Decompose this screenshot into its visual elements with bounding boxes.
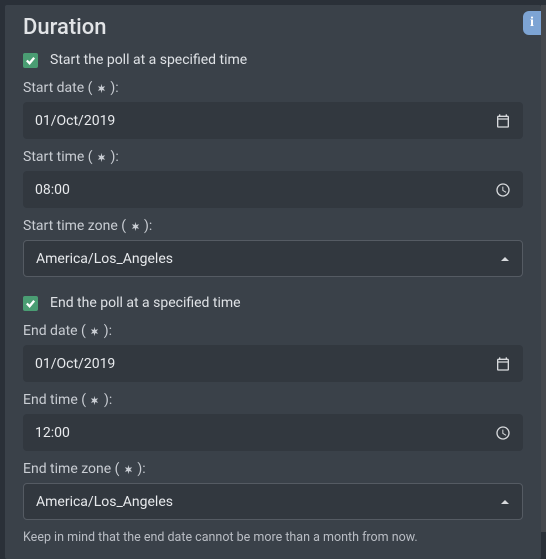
clock-icon (495, 425, 511, 441)
caret-up-icon (500, 249, 510, 268)
start-time-value: 08:00 (35, 182, 70, 198)
start-checkbox-label: Start the poll at a specified time (50, 52, 247, 68)
info-icon: i (530, 15, 534, 31)
start-specified-time-checkbox[interactable] (23, 53, 38, 68)
start-time-label: Start time ( ): (23, 149, 523, 165)
end-time-value: 12:00 (35, 425, 70, 441)
section-title: Duration (23, 15, 523, 40)
required-icon (89, 326, 100, 337)
end-date-value: 01/Oct/2019 (35, 356, 115, 372)
end-checkbox-label: End the poll at a specified time (50, 295, 241, 311)
end-date-input[interactable]: 01/Oct/2019 (23, 345, 523, 382)
required-icon (96, 83, 107, 94)
end-specified-time-checkbox[interactable] (23, 296, 38, 311)
end-timezone-select[interactable]: America/Los_Angeles (23, 483, 523, 520)
end-time-input[interactable]: 12:00 (23, 414, 523, 451)
end-timezone-value: America/Los_Angeles (36, 494, 173, 510)
check-icon (25, 55, 36, 66)
start-timezone-select[interactable]: America/Los_Angeles (23, 240, 523, 277)
scrollbar[interactable] (541, 5, 546, 532)
start-date-label: Start date ( ): (23, 80, 523, 96)
required-icon (123, 464, 134, 475)
start-date-value: 01/Oct/2019 (35, 113, 115, 129)
start-date-input[interactable]: 01/Oct/2019 (23, 102, 523, 139)
end-time-label: End time ( ): (23, 392, 523, 408)
end-date-hint: Keep in mind that the end date cannot be… (23, 530, 523, 545)
start-timezone-label: Start time zone ( ): (23, 218, 523, 234)
check-icon (25, 298, 36, 309)
required-icon (130, 221, 141, 232)
info-badge[interactable]: i (523, 11, 541, 35)
required-icon (96, 152, 107, 163)
end-timezone-label: End time zone ( ): (23, 461, 523, 477)
calendar-icon (495, 113, 511, 129)
required-icon (89, 395, 100, 406)
caret-up-icon (500, 492, 510, 511)
clock-icon (495, 182, 511, 198)
start-time-input[interactable]: 08:00 (23, 171, 523, 208)
calendar-icon (495, 356, 511, 372)
start-timezone-value: America/Los_Angeles (36, 251, 173, 267)
end-date-label: End date ( ): (23, 323, 523, 339)
